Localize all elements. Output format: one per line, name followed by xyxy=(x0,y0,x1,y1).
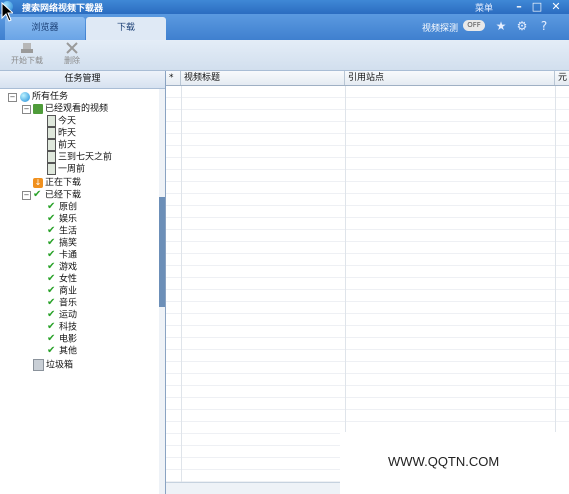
check-icon: ✔ xyxy=(47,345,56,356)
watermark: WWW.QQTN.COM xyxy=(340,432,569,494)
check-icon: ✔ xyxy=(47,261,56,272)
tree-item-category[interactable]: ✔ 生活 xyxy=(47,225,77,237)
column-divider xyxy=(555,86,556,482)
tree-item-category[interactable]: ✔ 其他 xyxy=(47,345,77,357)
tree-item-day-before[interactable]: 前天 xyxy=(47,139,76,151)
check-icon: ✔ xyxy=(47,225,56,236)
start-download-label: 开始下载 xyxy=(11,56,43,65)
start-download-button[interactable]: 开始下载 xyxy=(5,42,49,66)
column-header-marker[interactable]: * xyxy=(166,71,181,85)
tree-item-category[interactable]: ✔ 运动 xyxy=(47,309,77,321)
gear-icon[interactable]: ⚙ xyxy=(514,18,530,34)
tree-item-yesterday[interactable]: 昨天 xyxy=(47,127,76,139)
film-icon xyxy=(47,115,56,127)
delete-icon xyxy=(66,42,78,54)
tree-item-category[interactable]: ✔ 音乐 xyxy=(47,297,77,309)
delete-label: 删除 xyxy=(64,56,80,65)
task-panel-scrollbar[interactable] xyxy=(159,89,165,494)
column-divider xyxy=(181,86,182,482)
help-icon[interactable]: ? xyxy=(536,18,552,34)
column-header-title[interactable]: 视频标题 xyxy=(181,71,345,85)
column-header-extra[interactable]: 元 xyxy=(555,71,569,85)
tree-item-category[interactable]: ✔ 卡通 xyxy=(47,249,77,261)
grid-body[interactable] xyxy=(166,86,569,482)
tree-item-all-tasks[interactable]: 所有任务 xyxy=(20,91,68,103)
check-icon: ✔ xyxy=(47,285,56,296)
check-icon: ✔ xyxy=(47,297,56,308)
check-icon: ✔ xyxy=(47,321,56,332)
check-icon: ✔ xyxy=(47,213,56,224)
tree-item-trash[interactable]: 垃圾箱 xyxy=(33,359,73,371)
star-icon[interactable]: ★ xyxy=(493,18,509,34)
menu-button[interactable]: 菜单 xyxy=(475,1,493,14)
scrollbar-thumb[interactable] xyxy=(159,197,165,307)
grid-header: * 视频标题 引用站点 元 xyxy=(166,71,569,86)
expand-toggle[interactable]: − xyxy=(22,105,31,114)
tab-download[interactable]: 下载 xyxy=(86,17,166,40)
delete-button[interactable]: 删除 xyxy=(50,42,94,66)
mouse-cursor-icon xyxy=(1,2,13,22)
task-grid: * 视频标题 引用站点 元 xyxy=(166,71,569,494)
expand-toggle[interactable]: − xyxy=(8,93,17,102)
task-tree: − 所有任务 − 已经观看的视频 今天 昨天 前天 三到七天之前 一周前 ↓ 正在… xyxy=(0,89,158,489)
film-icon xyxy=(47,139,56,151)
tree-item-category[interactable]: ✔ 商业 xyxy=(47,285,77,297)
tree-item-category[interactable]: ✔ 游戏 xyxy=(47,261,77,273)
tree-item-downloaded[interactable]: ✔ 已经下载 xyxy=(33,189,81,201)
column-divider xyxy=(345,86,346,482)
expand-toggle[interactable]: − xyxy=(22,191,31,200)
close-button[interactable]: ✕ xyxy=(549,0,563,14)
task-panel: 任务管理 − 所有任务 − 已经观看的视频 今天 昨天 前天 三到七天之前 一周… xyxy=(0,71,166,494)
check-icon: ✔ xyxy=(47,201,56,212)
video-detect-label: 视频探测 xyxy=(422,24,459,34)
tree-item-today[interactable]: 今天 xyxy=(47,115,76,127)
tab-browser[interactable]: 浏览器 xyxy=(5,17,85,40)
tab-bar: 浏览器 下载 视频探测 OFF ★ ⚙ ? xyxy=(0,14,569,40)
column-header-site[interactable]: 引用站点 xyxy=(345,71,555,85)
tree-item-category[interactable]: ✔ 女性 xyxy=(47,273,77,285)
title-bar: 搜索网络视频下载器 菜单 – □ ✕ xyxy=(0,0,569,14)
check-icon: ✔ xyxy=(47,309,56,320)
tree-item-watched[interactable]: 已经观看的视频 xyxy=(33,103,108,115)
tree-item-downloading[interactable]: ↓ 正在下载 xyxy=(33,177,81,189)
tree-item-category[interactable]: ✔ 原创 xyxy=(47,201,77,213)
trash-icon xyxy=(33,359,44,371)
check-icon: ✔ xyxy=(47,333,56,344)
window-title: 搜索网络视频下载器 xyxy=(22,4,104,14)
tree-item-category[interactable]: ✔ 搞笑 xyxy=(47,237,77,249)
tree-item-week-ago[interactable]: 一周前 xyxy=(47,163,85,175)
download-icon xyxy=(21,43,33,53)
toolbar: 开始下载 删除 xyxy=(0,40,569,71)
globe-icon xyxy=(20,91,30,102)
check-icon: ✔ xyxy=(33,189,42,200)
watermark-text: WWW.QQTN.COM xyxy=(388,454,500,469)
tree-item-category[interactable]: ✔ 科技 xyxy=(47,321,77,333)
check-icon: ✔ xyxy=(47,249,56,260)
check-icon: ✔ xyxy=(47,237,56,248)
maximize-button[interactable]: □ xyxy=(530,0,544,14)
minimize-button[interactable]: – xyxy=(512,0,526,14)
history-icon xyxy=(33,103,43,114)
film-icon xyxy=(47,127,56,139)
film-icon xyxy=(47,163,56,175)
tree-item-category[interactable]: ✔ 电影 xyxy=(47,333,77,345)
tree-item-3-7-days[interactable]: 三到七天之前 xyxy=(47,151,112,163)
film-icon xyxy=(47,151,56,163)
tree-item-category[interactable]: ✔ 娱乐 xyxy=(47,213,77,225)
check-icon: ✔ xyxy=(47,273,56,284)
task-panel-heading: 任务管理 xyxy=(0,71,165,89)
video-detect-toggle[interactable]: OFF xyxy=(463,20,485,31)
downloading-icon: ↓ xyxy=(33,177,43,188)
